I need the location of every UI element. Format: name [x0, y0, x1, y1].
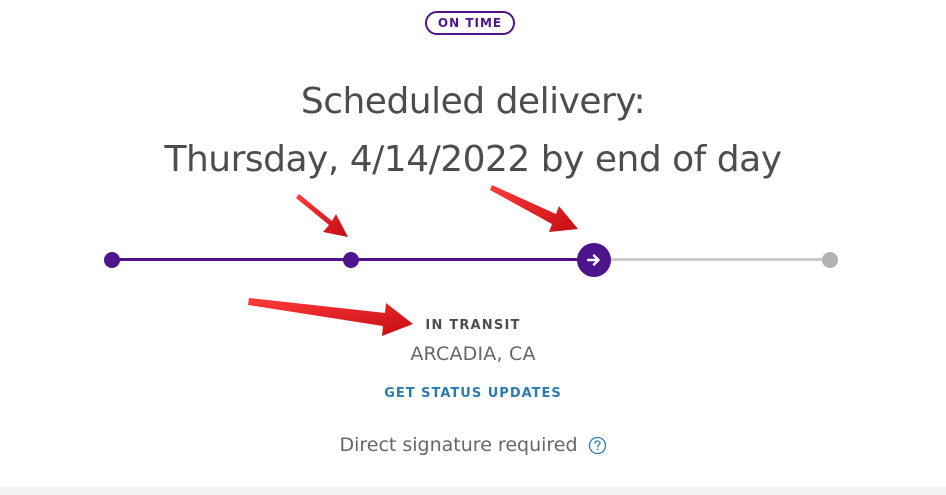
- progress-step-label-created: [104, 252, 120, 268]
- footer-band: [0, 487, 946, 495]
- delivery-heading: Scheduled delivery:: [300, 81, 646, 122]
- status-badge: ON TIME: [425, 11, 515, 35]
- delivery-date: Thursday, 4/14/2022 by end of day: [164, 139, 782, 180]
- progress-step-picked-up: [343, 252, 359, 268]
- get-status-updates-link[interactable]: GET STATUS UPDATES: [0, 386, 946, 401]
- help-circle-icon[interactable]: [588, 436, 607, 455]
- status-location: ARCADIA, CA: [410, 343, 536, 365]
- annotation-arrows: [248, 185, 578, 336]
- progress-step-current: [577, 243, 611, 277]
- progress-step-delivered: [822, 252, 838, 268]
- signature-row: Direct signature required: [0, 434, 946, 456]
- arrow-right-icon: [586, 254, 600, 266]
- annotation-arrow-current: [490, 185, 578, 232]
- annotation-arrow-step: [296, 194, 348, 237]
- progress-track-pending: [594, 258, 830, 261]
- signature-text: Direct signature required: [339, 434, 578, 456]
- status-label: IN TRANSIT: [425, 318, 521, 333]
